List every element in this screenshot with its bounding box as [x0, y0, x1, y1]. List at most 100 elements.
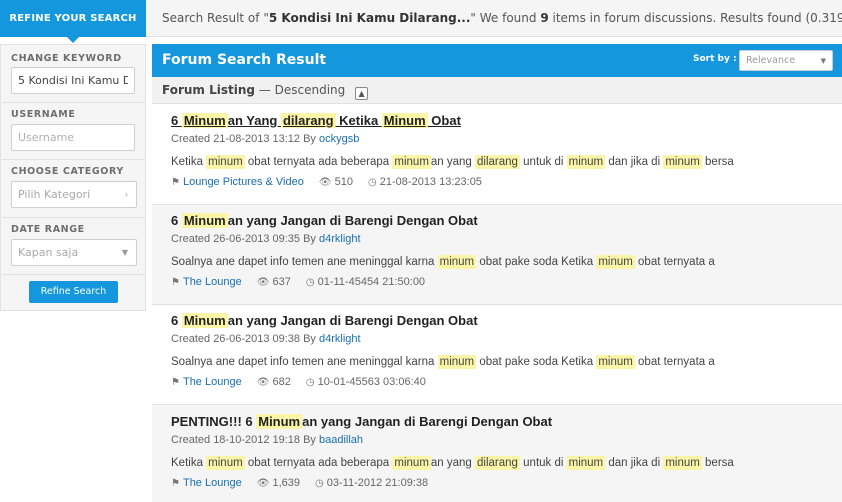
collapse-icon[interactable]: ▲ — [355, 87, 369, 100]
views-count: 637 — [272, 276, 291, 288]
highlighted-term: minum — [392, 456, 431, 470]
tag-icon: ⚑ — [171, 478, 180, 489]
sort-select[interactable]: Relevance ▼ — [739, 50, 833, 71]
highlighted-term: Minum — [181, 313, 228, 328]
title-text: Ketika — [335, 113, 382, 128]
category-link[interactable]: The Lounge — [183, 276, 242, 288]
category-link[interactable]: The Lounge — [183, 477, 242, 489]
sort-label: Sort by : — [693, 54, 737, 64]
username-label: USERNAME — [11, 109, 76, 120]
author-link[interactable]: d4rklight — [319, 333, 361, 345]
snippet-text: Ketika — [171, 457, 207, 469]
last-post-time: 10-01-45563 03:06:40 — [317, 376, 426, 388]
snippet-text: bersa — [701, 457, 734, 469]
snippet-text: Ketika — [171, 156, 207, 168]
forum-result-header: Forum Search Result Sort by : Relevance … — [152, 44, 842, 77]
date-range-value: Kapan saja — [18, 246, 79, 259]
snippet-text: obat pake soda Ketika — [476, 356, 597, 368]
refine-search-header: REFINE YOUR SEARCH — [0, 0, 146, 43]
highlighted-term: minum — [596, 255, 635, 269]
title-text: an yang Jangan di Barengi Dengan Obat — [302, 414, 553, 429]
chevron-down-icon: ▼ — [820, 57, 826, 65]
highlighted-term: minum — [596, 355, 635, 369]
author-link[interactable]: ockygsb — [319, 133, 359, 145]
category-link[interactable]: The Lounge — [183, 376, 242, 388]
highlighted-term: Minum — [381, 113, 428, 128]
keyword-label: CHANGE KEYWORD — [11, 53, 122, 64]
highlighted-term: Minum — [181, 113, 228, 128]
date-range-select[interactable]: Kapan saja ▼ — [11, 239, 137, 266]
tag-icon: ⚑ — [171, 377, 180, 388]
result-title[interactable]: 6 Minum an yang Jangan di Barengi Dengan … — [171, 205, 842, 231]
result-item-3: 6 Minum an yang Jangan di Barengi Dengan … — [152, 305, 842, 404]
snippet-text: obat ternyata ada beberapa — [244, 156, 393, 168]
views-count: 1,639 — [272, 477, 300, 489]
created-text: Created 26-06-2013 09:35 By — [171, 233, 319, 245]
last-post-time: 01-11-45454 21:50:00 — [317, 276, 426, 288]
result-footer: ⚑ Lounge Pictures & Video 👁 510 ◷ 21-08-201… — [171, 172, 842, 192]
summary-prefix: Search Result of " — [162, 11, 269, 25]
title-text: 6 — [171, 213, 182, 228]
refine-search-button[interactable]: Refine Search — [29, 281, 118, 303]
snippet-text: dan jika di — [605, 156, 664, 168]
author-link[interactable]: baadillah — [319, 434, 363, 446]
chevron-down-icon: ▼ — [121, 248, 128, 257]
tag-icon: ⚑ — [171, 277, 180, 288]
result-snippet: Soalnya ane dapet info temen ane meningg… — [171, 252, 842, 272]
created-text: Created 18-10-2012 19:18 By — [171, 434, 319, 446]
highlighted-term: minum — [437, 355, 477, 369]
highlighted-term: Minum — [256, 414, 303, 429]
clock-icon: ◷ — [305, 277, 315, 288]
eye-icon: 👁 — [256, 377, 270, 388]
snippet-text: dan jika di — [605, 457, 664, 469]
title-text: an Yang — [227, 113, 281, 128]
title-text: 6 — [171, 113, 182, 128]
result-title[interactable]: 6 Minum an yang Jangan di Barengi Dengan … — [171, 305, 842, 331]
snippet-text: obat pake soda Ketika — [476, 256, 597, 268]
category-select[interactable]: Pilih Kategori › — [11, 181, 137, 208]
snippet-text: Soalnya ane dapet info temen ane meningg… — [171, 256, 438, 268]
listing-label: Forum Listing — [162, 83, 255, 97]
title-text: PENTING!!! 6 — [171, 414, 257, 429]
author-link[interactable]: d4rklight — [319, 233, 361, 245]
highlighted-term: dilarang — [280, 113, 336, 128]
snippet-text: Soalnya ane dapet info temen ane meningg… — [171, 356, 438, 368]
highlighted-term: minum — [663, 155, 702, 169]
highlighted-term: minum — [392, 155, 431, 169]
highlighted-term: minum — [663, 456, 702, 470]
result-item-1: 6 Minum an Yang dilarang Ketika Minum Oba… — [152, 104, 842, 204]
highlighted-term: minum — [437, 255, 477, 269]
username-input[interactable] — [11, 124, 135, 151]
divider — [2, 159, 146, 160]
tag-icon: ⚑ — [171, 177, 180, 188]
clock-icon: ◷ — [315, 478, 324, 489]
result-title[interactable]: PENTING!!! 6 Minum an yang Jangan di Bare… — [171, 405, 842, 432]
category-link[interactable]: Lounge Pictures & Video — [183, 176, 304, 188]
filter-panel: CHANGE KEYWORD USERNAME CHOOSE CATEGORY … — [0, 44, 146, 311]
snippet-text: bersa — [701, 156, 734, 168]
result-title[interactable]: 6 Minum an Yang dilarang Ketika Minum Oba… — [171, 104, 842, 131]
divider — [2, 102, 146, 103]
title-text: an yang Jangan di Barengi Dengan Obat — [227, 213, 478, 228]
highlighted-term: dilarang — [475, 155, 520, 169]
highlighted-term: Minum — [181, 213, 228, 228]
snippet-text: an yang — [430, 457, 476, 469]
results-list: 6 Minum an Yang dilarang Ketika Minum Oba… — [152, 104, 842, 502]
result-item-2: 6 Minum an yang Jangan di Barengi Dengan … — [152, 205, 842, 304]
result-snippet: Ketika minum obat ternyata ada beberapa … — [171, 453, 842, 473]
clock-icon: ◷ — [305, 377, 315, 388]
eye-icon: 👁 — [318, 177, 332, 188]
page-title: Forum Search Result — [162, 52, 327, 68]
snippet-text: untuk di — [519, 156, 567, 168]
search-summary: Search Result of "5 Kondisi Ini Kamu Dil… — [146, 0, 842, 37]
snippet-text: obat ternyata a — [634, 356, 715, 368]
forum-listing-bar: Forum Listing — Descending ▲ — [152, 77, 842, 104]
highlighted-term: minum — [206, 155, 245, 169]
snippet-text: an yang — [430, 156, 476, 168]
summary-middle: " We found — [470, 11, 541, 25]
eye-icon: 👁 — [256, 277, 270, 288]
result-footer: ⚑ The Lounge 👁 682 ◷ 10-01-45563 03:06:40 — [171, 372, 842, 392]
highlighted-term: minum — [206, 456, 245, 470]
result-meta: Created 18-10-2012 19:18 By baadillah — [171, 432, 842, 448]
keyword-input[interactable] — [11, 67, 135, 94]
